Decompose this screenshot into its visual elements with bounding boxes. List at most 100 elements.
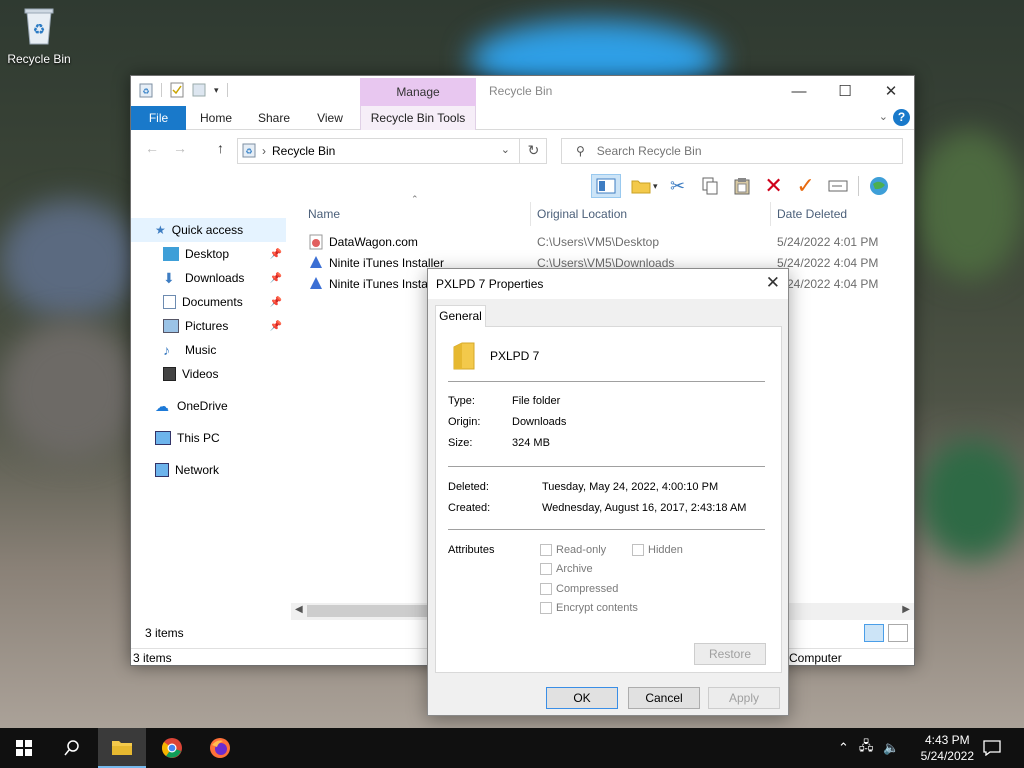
pin-icon[interactable]: 📌 [270, 297, 282, 308]
videos-icon [163, 367, 176, 381]
web-file-icon [309, 234, 323, 253]
pictures-icon [163, 319, 179, 333]
scroll-left-icon[interactable]: ◀ [295, 604, 303, 615]
checkbox-box [632, 544, 644, 556]
tab-share[interactable]: Share [249, 106, 299, 130]
pin-icon[interactable]: 📌 [270, 249, 282, 260]
column-header-name[interactable]: Name [308, 202, 340, 226]
nav-item-desktop[interactable]: Desktop 📌 [131, 242, 286, 266]
nav-label: Pictures [185, 319, 229, 333]
attributes-label: Attributes [448, 544, 495, 556]
forward-arrow-icon[interactable]: → [173, 140, 187, 156]
column-separator[interactable] [530, 202, 531, 226]
checkbox-label: Encrypt contents [556, 602, 638, 614]
svg-text:♻: ♻ [33, 21, 46, 37]
manage-group-label: Manage [360, 78, 476, 106]
back-arrow-icon[interactable]: ← [145, 140, 159, 156]
restore-button[interactable]: Restore [694, 643, 766, 665]
rename-icon[interactable] [826, 174, 850, 198]
minimize-button[interactable]: — [776, 76, 822, 106]
restore-check-icon[interactable]: ✓ [794, 173, 818, 198]
tab-view[interactable]: View [306, 106, 354, 130]
command-toolbar: ▾ ✂ ✕ ✓ [591, 172, 891, 200]
globe-icon[interactable] [867, 174, 891, 198]
nav-item-quick-access[interactable]: ★ Quick access [131, 218, 286, 242]
pin-icon[interactable]: 📌 [270, 321, 282, 332]
cut-icon[interactable]: ✂ [666, 174, 690, 198]
checkbox-label: Read-only [556, 544, 607, 556]
properties-icon[interactable] [170, 82, 184, 98]
background-blob [915, 130, 1024, 280]
clock-date: 5/24/2022 [920, 749, 974, 763]
divider [448, 381, 765, 382]
chevron-up-icon[interactable]: ⌃ [838, 740, 849, 756]
pin-icon[interactable]: 📌 [270, 273, 282, 284]
new-folder-icon[interactable] [192, 82, 206, 98]
file-explorer-icon [112, 741, 132, 755]
tab-general[interactable]: General [435, 305, 486, 327]
ok-button[interactable]: OK [546, 687, 618, 709]
apply-button[interactable]: Apply [708, 687, 780, 709]
taskbar-firefox[interactable] [196, 728, 244, 768]
checkbox-label: Archive [556, 563, 593, 575]
search-box[interactable]: ⚲ [561, 138, 903, 164]
details-view-icon[interactable] [864, 624, 884, 642]
nav-item-downloads[interactable]: ⬇ Downloads 📌 [131, 266, 286, 290]
hidden-checkbox: Hidden [632, 544, 683, 556]
breadcrumb-chevron-icon[interactable]: › [262, 144, 266, 158]
nav-label: Documents [182, 295, 243, 309]
copy-icon[interactable] [698, 174, 722, 198]
nav-item-onedrive[interactable]: ☁ OneDrive [131, 394, 286, 418]
desktop-recycle-bin[interactable]: ♻ Recycle Bin [6, 6, 72, 66]
nav-item-this-pc[interactable]: This PC [131, 426, 286, 450]
customize-qat-icon[interactable]: ▾ [214, 85, 219, 96]
taskbar-file-explorer[interactable] [98, 728, 146, 768]
nav-item-documents[interactable]: Documents 📌 [131, 290, 286, 314]
nav-label: This PC [177, 431, 220, 445]
preview-pane-icon[interactable] [591, 174, 621, 198]
up-arrow-icon[interactable]: ↑ [217, 140, 224, 156]
scroll-right-icon[interactable]: ▶ [902, 604, 910, 615]
paste-icon[interactable] [730, 174, 754, 198]
maximize-button[interactable]: ☐ [822, 76, 868, 106]
tab-recycle-bin-tools[interactable]: Recycle Bin Tools [360, 106, 476, 130]
notifications-button[interactable] [968, 728, 1016, 768]
cancel-button[interactable]: Cancel [628, 687, 700, 709]
search-input[interactable] [594, 143, 875, 159]
download-arrow-icon: ⬇ [163, 269, 175, 286]
network-icon [155, 463, 169, 477]
breadcrumb[interactable]: Recycle Bin [272, 144, 335, 158]
volume-icon[interactable]: 🔈 [883, 740, 899, 756]
tab-home[interactable]: Home [191, 106, 241, 130]
search-taskbar-button[interactable] [48, 728, 96, 768]
nav-item-pictures[interactable]: Pictures 📌 [131, 314, 286, 338]
folder-dropdown-icon[interactable] [629, 174, 653, 198]
large-icons-view-icon[interactable] [888, 624, 908, 642]
help-icon[interactable]: ? [893, 109, 910, 126]
tab-file[interactable]: File [131, 106, 186, 130]
refresh-button[interactable]: ↻ [519, 138, 547, 164]
star-icon: ★ [155, 223, 166, 237]
dialog-close-icon[interactable]: ✕ [766, 273, 780, 293]
taskbar-chrome[interactable] [148, 728, 196, 768]
delete-icon[interactable]: ✕ [762, 173, 786, 198]
recycle-bin-small-icon: ♻ [139, 82, 153, 98]
expand-ribbon-icon[interactable]: ⌄ [879, 110, 888, 123]
status-item-count: 3 items [133, 651, 172, 665]
nav-item-videos[interactable]: Videos [131, 362, 286, 386]
close-button[interactable]: ✕ [868, 76, 914, 106]
address-bar[interactable]: ♻ › Recycle Bin ⌄ [237, 138, 547, 164]
nav-item-music[interactable]: ♪ Music [131, 338, 286, 362]
column-header-date-deleted[interactable]: Date Deleted [777, 202, 847, 226]
column-separator[interactable] [770, 202, 771, 226]
network-tray-icon[interactable]: 🖧 [859, 737, 874, 759]
scrollbar-thumb[interactable] [307, 605, 447, 617]
column-header-original-location[interactable]: Original Location [537, 202, 627, 226]
nav-label: Network [175, 463, 220, 477]
start-button[interactable] [0, 728, 48, 768]
list-item[interactable]: DataWagon.com C:\Users\VM5\Desktop 5/24/… [301, 232, 914, 253]
address-dropdown-icon[interactable]: ⌄ [501, 143, 510, 156]
nav-item-network[interactable]: Network [131, 458, 286, 482]
clock[interactable]: 4:43 PM 5/24/2022 [921, 732, 974, 764]
deleted-value: Tuesday, May 24, 2022, 4:00:10 PM [542, 481, 719, 493]
